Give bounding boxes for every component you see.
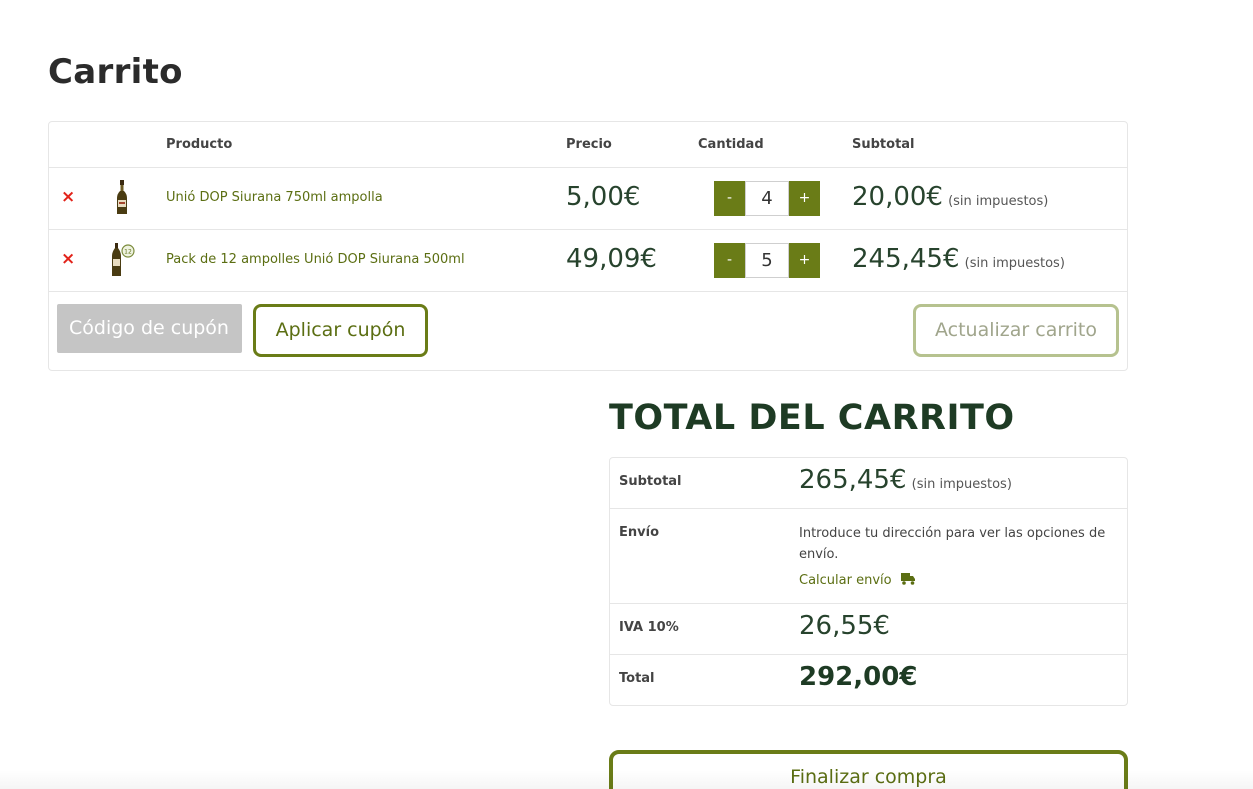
truck-icon [900,572,916,589]
totals-row-vat: IVA 10% 26,55€ [610,604,1127,655]
page-title: Carrito [48,52,183,92]
product-name-link[interactable]: Unió DOP Siurana 750ml ampolla [166,190,383,205]
subtotal-label: Subtotal [619,474,682,489]
subtotal-amount: 265,45€ [799,465,907,495]
olive-oil-pack-icon[interactable]: 12 [109,242,135,278]
product-price: 5,00€ [566,182,641,212]
shipping-info-text: Introduce tu dirección para ver las opci… [799,526,1106,562]
total-value: 292,00€ [799,662,918,692]
calculate-shipping-label: Calcular envío [799,573,892,588]
line-subtotal: 245,45€ (sin impuestos) [852,244,1065,274]
quantity-stepper: - 4 + [714,181,820,216]
coupon-code-input[interactable]: Código de cupón [57,304,242,353]
subtotal-value: 265,45€ (sin impuestos) [799,465,1012,495]
line-subtotal-amount: 245,45€ [852,244,960,274]
calculate-shipping-link[interactable]: Calcular envío [799,572,916,589]
cart-row: × 12 Pack de 12 ampolles Unió DOP Siuran… [49,230,1127,292]
cart-totals-title: TOTAL DEL CARRITO [609,398,1015,438]
header-quantity: Cantidad [698,137,764,152]
header-price: Precio [566,137,612,152]
quantity-decrease-button[interactable]: - [714,243,745,278]
product-name-link[interactable]: Pack de 12 ampolles Unió DOP Siurana 500… [166,252,465,267]
cart-row: × Unió DOP Siurana 750ml ampolla 5,00€ -… [49,168,1127,230]
quantity-input[interactable]: 4 [745,181,789,216]
cart-totals-table: Subtotal 265,45€ (sin impuestos) Envío I… [609,457,1128,706]
apply-coupon-button[interactable]: Aplicar cupón [253,304,428,357]
total-label: Total [619,671,655,686]
quantity-input[interactable]: 5 [745,243,789,278]
header-subtotal: Subtotal [852,137,915,152]
quantity-stepper: - 5 + [714,243,820,278]
line-subtotal: 20,00€ (sin impuestos) [852,182,1048,212]
svg-text:12: 12 [124,249,132,256]
tax-note: (sin impuestos) [911,477,1012,492]
cart-table-header: Producto Precio Cantidad Subtotal [49,122,1127,168]
olive-oil-bottle-icon[interactable] [109,180,135,216]
quantity-increase-button[interactable]: + [789,243,820,278]
product-price: 49,09€ [566,244,657,274]
remove-item-button[interactable]: × [61,251,75,268]
vat-label: IVA 10% [619,620,679,635]
quantity-increase-button[interactable]: + [789,181,820,216]
vat-value: 26,55€ [799,611,890,641]
checkout-button[interactable]: Finalizar compra [609,750,1128,789]
totals-row-shipping: Envío Introduce tu dirección para ver la… [610,509,1127,604]
line-subtotal-amount: 20,00€ [852,182,943,212]
totals-row-total: Total 292,00€ [610,655,1127,706]
totals-row-subtotal: Subtotal 265,45€ (sin impuestos) [610,458,1127,509]
shipping-label: Envío [619,525,659,540]
header-product: Producto [166,137,233,152]
tax-note: (sin impuestos) [948,194,1049,209]
quantity-decrease-button[interactable]: - [714,181,745,216]
cart-table: Producto Precio Cantidad Subtotal × Unió… [48,121,1128,371]
tax-note: (sin impuestos) [964,256,1065,271]
remove-item-button[interactable]: × [61,189,75,206]
update-cart-button[interactable]: Actualizar carrito [913,304,1119,357]
